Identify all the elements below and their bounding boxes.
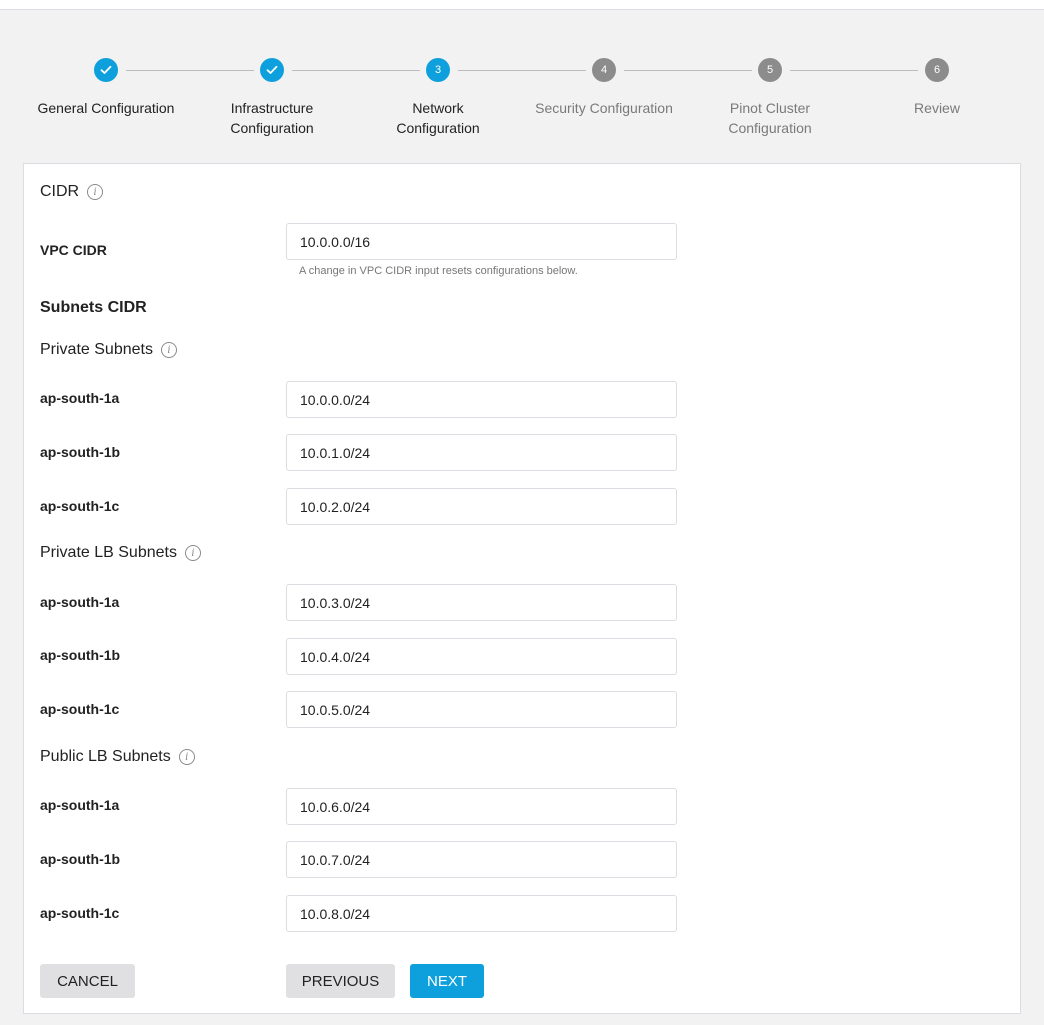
public-lb-subnet-ap-south-1c-input[interactable] [286,895,677,932]
previous-button[interactable]: PREVIOUS [286,964,395,998]
info-icon[interactable]: i [87,184,104,200]
step-connector [624,70,752,71]
public-lb-subnets-title: Public LB Subnets i [40,748,195,766]
zone-label: ap-south-1a [40,594,120,610]
group-title-text: Private Subnets [40,341,153,358]
network-config-card: CIDR i VPC CIDR A change in VPC CIDR inp… [23,163,1021,1014]
private-lb-subnets-title: Private LB Subnets i [40,544,201,562]
step-label: Network Configuration [396,100,480,136]
step-number-badge: 3 [426,58,450,82]
top-bar [0,0,1044,10]
step-connector [790,70,918,71]
vpc-cidr-input[interactable] [286,223,677,260]
zone-label: ap-south-1b [40,851,121,867]
vpc-cidr-label: VPC CIDR [40,242,107,258]
step-label: Security Configuration [535,100,673,116]
step-connector [458,70,586,71]
zone-label: ap-south-1c [40,905,120,921]
private-subnets-title: Private Subnets i [40,341,177,359]
subnets-cidr-title: Subnets CIDR [40,299,147,316]
private-lb-subnet-ap-south-1c-input[interactable] [286,691,677,728]
step-connector [292,70,420,71]
zone-label: ap-south-1c [40,498,120,514]
step-number-badge: 5 [758,58,782,82]
check-icon [94,58,118,82]
private-lb-subnet-ap-south-1a-input[interactable] [286,584,677,621]
group-title-text: Public LB Subnets [40,748,171,765]
zone-label: ap-south-1a [40,390,120,406]
step-label: Infrastructure Configuration [230,100,314,136]
next-button[interactable]: NEXT [410,964,484,998]
public-lb-subnet-ap-south-1a-input[interactable] [286,788,677,825]
vpc-cidr-hint: A change in VPC CIDR input resets config… [299,265,578,277]
step-label: Review [914,100,960,116]
private-lb-subnet-ap-south-1b-input[interactable] [286,638,677,675]
info-icon[interactable]: i [178,749,195,765]
step-connector [126,70,254,71]
group-title-text: Private LB Subnets [40,544,177,561]
wizard-stepper: General Configuration Infrastructure Con… [0,58,1044,148]
cidr-section-title: CIDR i [40,183,104,201]
step-number-badge: 4 [592,58,616,82]
info-icon[interactable]: i [184,545,201,561]
private-subnet-ap-south-1c-input[interactable] [286,488,677,525]
zone-label: ap-south-1c [40,701,120,717]
private-subnet-ap-south-1b-input[interactable] [286,434,677,471]
zone-label: ap-south-1b [40,647,121,663]
zone-label: ap-south-1b [40,444,121,460]
step-label: Pinot Cluster Configuration [728,100,812,136]
step-number-badge: 6 [925,58,949,82]
check-icon [260,58,284,82]
zone-label: ap-south-1a [40,797,120,813]
cancel-button[interactable]: CANCEL [40,964,135,998]
step-label: General Configuration [37,100,175,116]
cidr-title-text: CIDR [40,183,80,200]
info-icon[interactable]: i [160,342,177,358]
private-subnet-ap-south-1a-input[interactable] [286,381,677,418]
public-lb-subnet-ap-south-1b-input[interactable] [286,841,677,878]
